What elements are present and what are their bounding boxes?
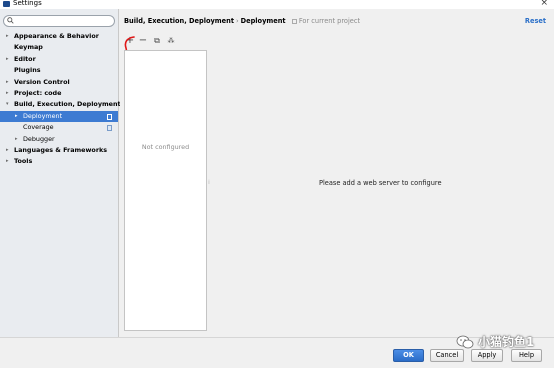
sidebar-item-label: Editor bbox=[14, 54, 36, 63]
default-server-button[interactable]: ⁂ bbox=[166, 36, 176, 47]
server-list[interactable]: Not configured bbox=[124, 50, 207, 331]
sidebar-item-plugins[interactable]: Plugins bbox=[0, 65, 118, 76]
search-icon bbox=[7, 17, 14, 24]
settings-sidebar: ▸ Appearance & Behavior Keymap ▸ Editor Plugi… bbox=[0, 9, 121, 337]
sidebar-item-editor[interactable]: ▸ Editor bbox=[0, 54, 118, 65]
main-panel: Build, Execution, Deployment › Deployment … bbox=[120, 9, 554, 337]
sidebar-item-project-code[interactable]: ▸ Project: code bbox=[0, 88, 118, 99]
sidebar-item-debugger[interactable]: ▸ Debugger bbox=[0, 134, 118, 145]
project-settings-icon bbox=[107, 113, 112, 120]
sidebar-item-label: Version Control bbox=[14, 77, 70, 86]
collapsed-arrow-icon[interactable]: ▸ bbox=[15, 111, 18, 122]
watermark: 小猫钓鱼1 bbox=[456, 332, 548, 352]
watermark-text: 小猫钓鱼1 bbox=[478, 335, 535, 349]
sidebar-item-label: Tools bbox=[14, 157, 33, 166]
breadcrumb-separator: › bbox=[235, 17, 239, 25]
collapsed-arrow-icon[interactable]: ▸ bbox=[15, 134, 18, 145]
project-settings-icon bbox=[107, 125, 112, 132]
sidebar-item-label: Debugger bbox=[23, 134, 55, 143]
sidebar-item-label: Build, Execution, Deployment bbox=[14, 100, 121, 109]
sidebar-item-label: Project: code bbox=[14, 88, 62, 97]
project-scope-icon bbox=[291, 19, 297, 24]
sidebar-item-languages-frameworks[interactable]: ▸ Languages & Frameworks bbox=[0, 145, 118, 156]
sidebar-item-label: Coverage bbox=[23, 123, 54, 132]
ok-button[interactable]: OK bbox=[393, 349, 424, 362]
expanded-arrow-icon[interactable]: ▾ bbox=[6, 99, 9, 110]
sidebar-item-version-control[interactable]: ▸ Version Control bbox=[0, 77, 118, 88]
sidebar-item-appearance-behavior[interactable]: ▸ Appearance & Behavior bbox=[0, 31, 118, 42]
collapsed-arrow-icon[interactable]: ▸ bbox=[6, 145, 9, 156]
sidebar-item-label: Plugins bbox=[14, 66, 41, 75]
sidebar-item-coverage[interactable]: Coverage bbox=[0, 122, 118, 133]
window-title: Settings bbox=[13, 0, 42, 7]
collapsed-arrow-icon[interactable]: ▸ bbox=[6, 54, 9, 65]
close-icon[interactable]: × bbox=[540, 0, 548, 8]
breadcrumb: Build, Execution, Deployment › Deployment … bbox=[124, 17, 360, 25]
collapsed-arrow-icon[interactable]: ▸ bbox=[6, 88, 9, 99]
sidebar-item-build-execution-deployment[interactable]: ▾ Build, Execution, Deployment bbox=[0, 99, 121, 110]
sidebar-item-label: Languages & Frameworks bbox=[14, 145, 108, 154]
splitter-handle[interactable]: ⁞ bbox=[208, 179, 210, 187]
reset-link[interactable]: Reset bbox=[525, 17, 546, 25]
scope-indicator: For current project bbox=[291, 17, 361, 25]
wechat-logo-icon bbox=[456, 335, 474, 349]
app-icon bbox=[3, 1, 10, 7]
settings-tree: ▸ Appearance & Behavior Keymap ▸ Editor Plugi… bbox=[0, 31, 121, 168]
sidebar-item-deployment[interactable]: ▸ Deployment bbox=[0, 110, 118, 123]
breadcrumb-current: Deployment bbox=[240, 17, 286, 25]
collapsed-arrow-icon[interactable]: ▸ bbox=[6, 156, 9, 167]
title-bar: Settings × bbox=[0, 0, 554, 9]
configure-hint: Please add a web server to configure bbox=[319, 179, 442, 187]
collapsed-arrow-icon[interactable]: ▸ bbox=[6, 31, 9, 42]
sidebar-item-tools[interactable]: ▸ Tools bbox=[0, 156, 118, 167]
sidebar-item-label: Keymap bbox=[14, 43, 43, 52]
scope-label: For current project bbox=[298, 17, 361, 25]
collapsed-arrow-icon[interactable]: ▸ bbox=[6, 77, 9, 88]
sidebar-item-label: Appearance & Behavior bbox=[14, 32, 99, 40]
sidebar-item-keymap[interactable]: Keymap bbox=[0, 42, 118, 53]
empty-list-text: Not configured bbox=[141, 143, 190, 151]
sidebar-item-label: Deployment bbox=[23, 111, 63, 120]
search-input[interactable] bbox=[3, 15, 115, 27]
breadcrumb-parent: Build, Execution, Deployment bbox=[124, 17, 234, 25]
